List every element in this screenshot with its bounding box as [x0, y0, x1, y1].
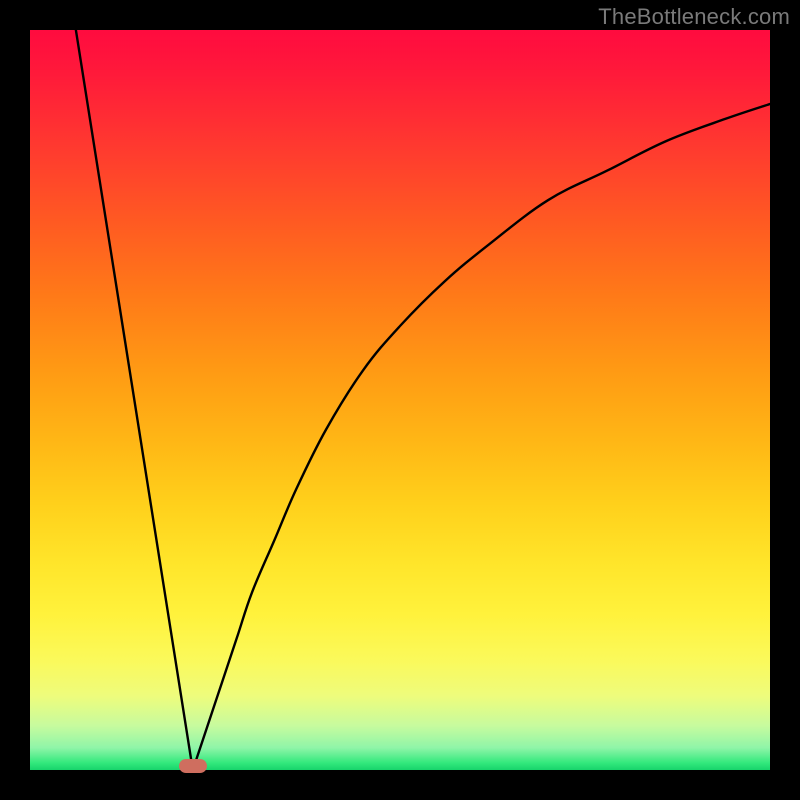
chart-frame: TheBottleneck.com	[0, 0, 800, 800]
curve-right-branch	[193, 104, 770, 770]
watermark-text: TheBottleneck.com	[598, 4, 790, 30]
plot-area	[30, 30, 770, 770]
minimum-marker	[179, 759, 207, 773]
curve-layer	[30, 30, 770, 770]
curve-left-branch	[76, 30, 193, 770]
